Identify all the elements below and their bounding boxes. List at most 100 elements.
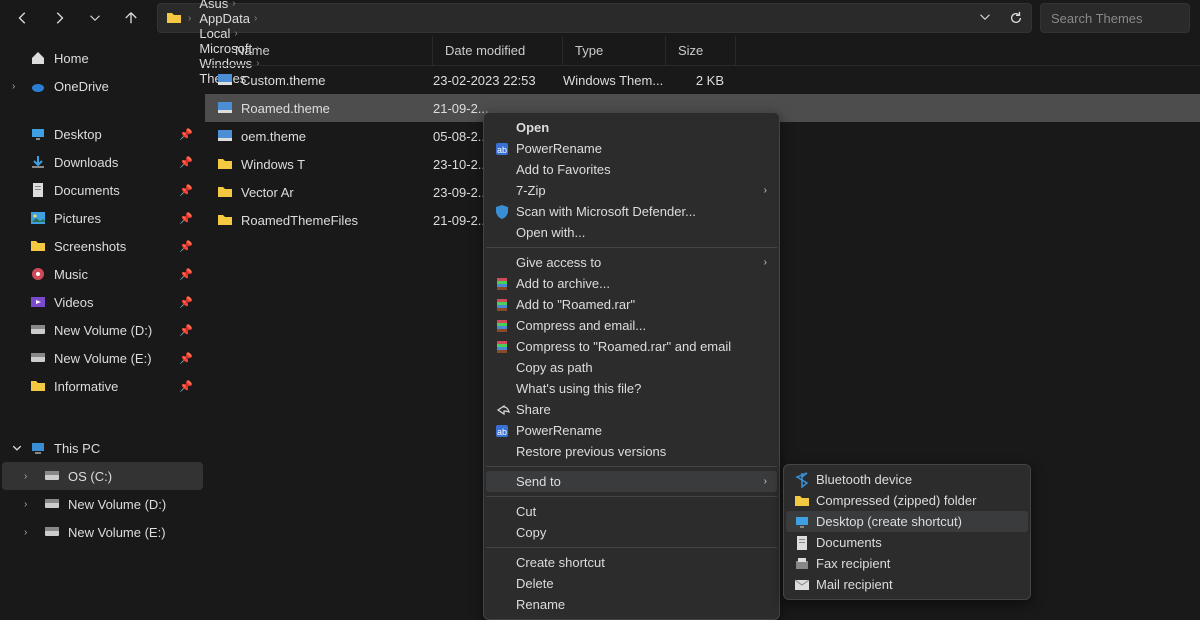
menu-item-label: Fax recipient bbox=[816, 556, 890, 571]
toolbar: › This PC›OS (C:)›Users›Asus›AppData›Loc… bbox=[0, 0, 1200, 36]
menu-item[interactable]: abPowerRename bbox=[486, 420, 777, 441]
drive-icon bbox=[30, 322, 46, 338]
menu-item[interactable]: Compress to "Roamed.rar" and email bbox=[486, 336, 777, 357]
sidebar-item-home[interactable]: Home bbox=[2, 44, 203, 72]
sidebar-item[interactable]: Informative 📌 bbox=[2, 372, 203, 400]
menu-item[interactable]: Add to "Roamed.rar" bbox=[486, 294, 777, 315]
column-header-size[interactable]: Size bbox=[666, 36, 736, 65]
menu-item-label: Add to "Roamed.rar" bbox=[516, 297, 635, 312]
drive-icon bbox=[44, 524, 60, 540]
sidebar-item-label: OS (C:) bbox=[68, 469, 112, 484]
home-icon bbox=[30, 50, 46, 66]
folder-icon bbox=[217, 156, 233, 172]
menu-item[interactable]: Mail recipient bbox=[786, 574, 1028, 595]
doc-icon bbox=[794, 535, 810, 551]
file-date: 23-02-2023 22:53 bbox=[433, 73, 563, 88]
menu-item[interactable]: Restore previous versions bbox=[486, 441, 777, 462]
fax-icon bbox=[794, 556, 810, 572]
breadcrumb-segment[interactable]: AppData› bbox=[197, 11, 261, 26]
menu-item[interactable]: Scan with Microsoft Defender... bbox=[486, 201, 777, 222]
refresh-icon[interactable] bbox=[1009, 11, 1023, 25]
chevron-right-icon: › bbox=[182, 13, 197, 24]
menu-item[interactable]: Desktop (create shortcut) bbox=[786, 511, 1028, 532]
sidebar-item-thispc[interactable]: This PC bbox=[2, 434, 203, 462]
menu-item[interactable]: Open with... bbox=[486, 222, 777, 243]
theme-icon bbox=[217, 100, 233, 116]
column-header-type[interactable]: Type bbox=[563, 36, 666, 65]
menu-item[interactable]: Give access to› bbox=[486, 252, 777, 273]
sidebar-item[interactable]: New Volume (D:)📌 bbox=[2, 316, 203, 344]
menu-item[interactable]: Compressed (zipped) folder bbox=[786, 490, 1028, 511]
menu-item-label: Mail recipient bbox=[816, 577, 893, 592]
column-headers: Name Date modified Type Size bbox=[205, 36, 1200, 66]
menu-item[interactable]: Cut bbox=[486, 501, 777, 522]
menu-item[interactable]: Add to archive... bbox=[486, 273, 777, 294]
pin-icon: 📌 bbox=[179, 380, 193, 393]
menu-item[interactable]: Share bbox=[486, 399, 777, 420]
sidebar-item-onedrive[interactable]: › OneDrive bbox=[2, 72, 203, 100]
file-row[interactable]: Custom.theme 23-02-2023 22:53 Windows Th… bbox=[205, 66, 1200, 94]
rar-icon bbox=[494, 297, 510, 313]
address-bar[interactable]: › This PC›OS (C:)›Users›Asus›AppData›Loc… bbox=[157, 3, 1032, 33]
file-name: Windows T bbox=[241, 157, 305, 172]
drive-icon bbox=[30, 350, 46, 366]
sidebar-item-label: OneDrive bbox=[54, 79, 109, 94]
chevron-right-icon: › bbox=[24, 527, 27, 538]
desktop-icon bbox=[30, 126, 46, 142]
menu-item[interactable]: Create shortcut bbox=[486, 552, 777, 573]
menu-item[interactable]: Add to Favorites bbox=[486, 159, 777, 180]
svg-text:ab: ab bbox=[497, 145, 507, 155]
folder-icon bbox=[30, 378, 46, 394]
sidebar-item[interactable]: Documents📌 bbox=[2, 176, 203, 204]
nav-buttons bbox=[10, 10, 149, 26]
context-menu: OpenabPowerRenameAdd to Favorites7-Zip›S… bbox=[483, 112, 780, 620]
search-input[interactable]: Search Themes bbox=[1040, 3, 1190, 33]
menu-item[interactable]: Delete bbox=[486, 573, 777, 594]
menu-item[interactable]: Copy bbox=[486, 522, 777, 543]
menu-item[interactable]: 7-Zip› bbox=[486, 180, 777, 201]
menu-item[interactable]: Send to› bbox=[486, 471, 777, 492]
sidebar-item[interactable]: Downloads📌 bbox=[2, 148, 203, 176]
sidebar-item[interactable]: Screenshots📌 bbox=[2, 232, 203, 260]
menu-item[interactable]: Rename bbox=[486, 594, 777, 615]
sidebar-item-drive[interactable]: ›New Volume (E:) bbox=[2, 518, 203, 546]
recent-dropdown[interactable] bbox=[87, 10, 103, 26]
sidebar-item-drive[interactable]: ›New Volume (D:) bbox=[2, 490, 203, 518]
menu-item-label: Compress to "Roamed.rar" and email bbox=[516, 339, 731, 354]
sidebar-item[interactable]: New Volume (E:)📌 bbox=[2, 344, 203, 372]
sidebar-item-label: Documents bbox=[54, 183, 120, 198]
menu-item[interactable]: abPowerRename bbox=[486, 138, 777, 159]
up-button[interactable] bbox=[123, 10, 139, 26]
menu-item[interactable]: Bluetooth device bbox=[786, 469, 1028, 490]
menu-item[interactable]: Open bbox=[486, 117, 777, 138]
breadcrumb-segment[interactable]: Asus› bbox=[197, 0, 261, 11]
back-button[interactable] bbox=[15, 10, 31, 26]
menu-item[interactable]: What's using this file? bbox=[486, 378, 777, 399]
history-dropdown-icon[interactable] bbox=[979, 11, 991, 25]
menu-item[interactable]: Compress and email... bbox=[486, 315, 777, 336]
column-header-date[interactable]: Date modified bbox=[433, 36, 563, 65]
menu-item[interactable]: Documents bbox=[786, 532, 1028, 553]
sidebar-item[interactable]: Desktop📌 bbox=[2, 120, 203, 148]
sidebar-item-drive[interactable]: ›OS (C:) bbox=[2, 462, 203, 490]
folder-icon bbox=[217, 184, 233, 200]
shield-icon bbox=[494, 204, 510, 220]
sidebar-item[interactable]: Videos📌 bbox=[2, 288, 203, 316]
menu-item[interactable]: Fax recipient bbox=[786, 553, 1028, 574]
doc-icon bbox=[30, 182, 46, 198]
theme-icon bbox=[217, 72, 233, 88]
menu-item-label: Bluetooth device bbox=[816, 472, 912, 487]
sidebar-item[interactable]: Music📌 bbox=[2, 260, 203, 288]
folder-icon bbox=[30, 238, 46, 254]
column-header-name[interactable]: Name bbox=[205, 36, 433, 65]
file-type: Windows Them... bbox=[563, 73, 666, 88]
sidebar-item-label: Informative bbox=[54, 379, 118, 394]
sidebar-item-label: Home bbox=[54, 51, 89, 66]
forward-button[interactable] bbox=[51, 10, 67, 26]
menu-item-label: What's using this file? bbox=[516, 381, 641, 396]
file-size: 2 KB bbox=[666, 73, 736, 88]
sidebar-item-label: Videos bbox=[54, 295, 94, 310]
menu-item-label: Give access to bbox=[516, 255, 601, 270]
menu-item[interactable]: Copy as path bbox=[486, 357, 777, 378]
sidebar-item[interactable]: Pictures📌 bbox=[2, 204, 203, 232]
